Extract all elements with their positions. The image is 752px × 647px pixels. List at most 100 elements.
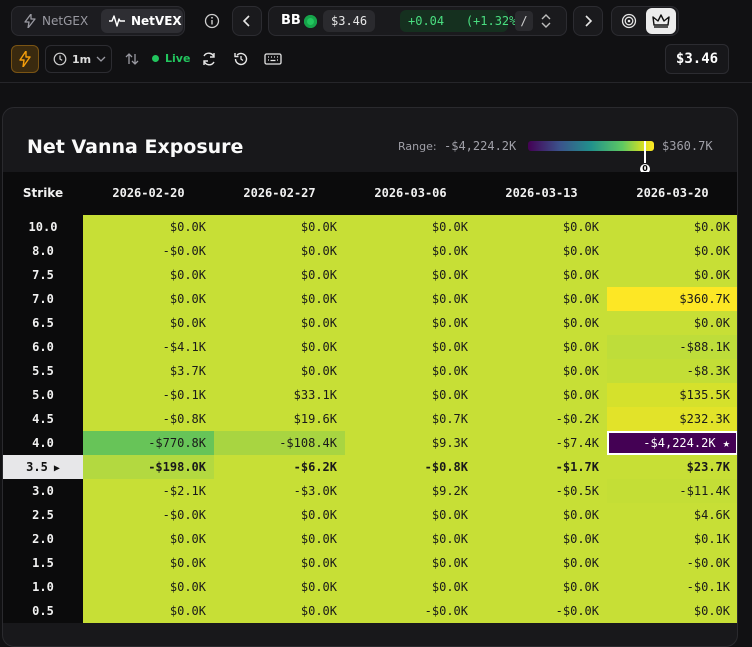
- exposure-cell[interactable]: $33.1K: [214, 383, 345, 407]
- exposure-cell[interactable]: -$0.1K: [607, 575, 737, 599]
- exposure-cell[interactable]: -$0.5K: [476, 479, 607, 503]
- exposure-cell[interactable]: $0.0K: [214, 335, 345, 359]
- keyboard-shortcuts-button[interactable]: [263, 49, 283, 69]
- exposure-cell[interactable]: $9.3K: [345, 431, 476, 455]
- exposure-cell[interactable]: $0.0K: [214, 551, 345, 575]
- exposure-cell[interactable]: -$198.0K: [83, 455, 214, 479]
- exposure-cell[interactable]: $0.0K: [214, 503, 345, 527]
- exposure-cell[interactable]: $0.0K: [476, 239, 607, 263]
- exposure-cell[interactable]: $4.6K: [607, 503, 737, 527]
- exposure-cell[interactable]: -$0.0K: [345, 599, 476, 623]
- exposure-cell[interactable]: $0.0K: [83, 575, 214, 599]
- exposure-cell[interactable]: $360.7K: [607, 287, 737, 311]
- interval-select[interactable]: 1m: [45, 45, 112, 73]
- exposure-cell[interactable]: -$108.4K: [214, 431, 345, 455]
- exposure-cell[interactable]: -$8.3K: [607, 359, 737, 383]
- expiration-header[interactable]: 2026-03-20: [607, 172, 737, 215]
- exposure-cell[interactable]: $0.0K: [345, 527, 476, 551]
- exposure-cell[interactable]: $135.5K: [607, 383, 737, 407]
- exposure-cell[interactable]: $0.0K: [476, 311, 607, 335]
- exposure-cell[interactable]: $0.0K: [607, 311, 737, 335]
- exposure-cell[interactable]: $0.0K: [607, 599, 737, 623]
- exposure-cell[interactable]: -$11.4K: [607, 479, 737, 503]
- exposure-cell[interactable]: -$0.1K: [83, 383, 214, 407]
- exposure-cell[interactable]: $0.7K: [345, 407, 476, 431]
- exposure-cell[interactable]: $0.0K: [83, 215, 214, 239]
- exposure-cell[interactable]: -$0.2K: [476, 407, 607, 431]
- exposure-cell[interactable]: $0.0K: [476, 263, 607, 287]
- auto-refresh-toggle[interactable]: [11, 45, 39, 73]
- prev-ticker-button[interactable]: [232, 6, 262, 36]
- ticker-selector[interactable]: BB $3.46 +0.04 (+1.32%) /: [268, 6, 567, 36]
- exposure-cell[interactable]: $0.0K: [214, 215, 345, 239]
- exposure-cell[interactable]: $0.0K: [476, 383, 607, 407]
- exposure-cell[interactable]: $19.6K: [214, 407, 345, 431]
- exposure-cell[interactable]: $0.0K: [607, 215, 737, 239]
- exposure-cell[interactable]: $0.0K: [83, 311, 214, 335]
- exposure-cell[interactable]: $0.0K: [345, 311, 476, 335]
- exposure-cell[interactable]: $0.0K: [476, 287, 607, 311]
- exposure-cell[interactable]: $23.7K: [607, 455, 737, 479]
- exposure-cell[interactable]: -$3.0K: [214, 479, 345, 503]
- exposure-cell[interactable]: $0.0K: [345, 287, 476, 311]
- exposure-cell[interactable]: $0.0K: [214, 527, 345, 551]
- exposure-cell[interactable]: $0.0K: [476, 551, 607, 575]
- exposure-cell[interactable]: $9.2K: [345, 479, 476, 503]
- exposure-cell[interactable]: -$1.7K: [476, 455, 607, 479]
- expiration-header[interactable]: 2026-03-13: [476, 172, 607, 215]
- premium-button[interactable]: [646, 8, 676, 34]
- next-ticker-button[interactable]: [573, 6, 603, 36]
- exposure-cell[interactable]: $0.0K: [83, 551, 214, 575]
- exposure-cell[interactable]: -$770.8K: [83, 431, 214, 455]
- exposure-cell[interactable]: -$0.8K: [345, 455, 476, 479]
- exposure-cell[interactable]: $0.0K: [476, 527, 607, 551]
- exposure-cell[interactable]: $0.0K: [476, 503, 607, 527]
- exposure-cell[interactable]: $0.0K: [345, 359, 476, 383]
- exposure-cell[interactable]: $0.0K: [214, 359, 345, 383]
- tab-netgex[interactable]: NetGEX: [16, 9, 100, 33]
- exposure-cell[interactable]: -$7.4K: [476, 431, 607, 455]
- exposure-cell[interactable]: -$4,224.2K ★: [607, 431, 737, 455]
- exposure-cell[interactable]: $0.0K: [214, 263, 345, 287]
- exposure-cell[interactable]: $0.0K: [476, 215, 607, 239]
- exposure-cell[interactable]: $0.0K: [345, 239, 476, 263]
- exposure-cell[interactable]: -$0.0K: [607, 551, 737, 575]
- exposure-cell[interactable]: -$6.2K: [214, 455, 345, 479]
- expiration-header[interactable]: 2026-02-20: [83, 172, 214, 215]
- exposure-cell[interactable]: $0.0K: [345, 263, 476, 287]
- refresh-button[interactable]: [199, 49, 219, 69]
- exposure-cell[interactable]: -$2.1K: [83, 479, 214, 503]
- exposure-cell[interactable]: $0.0K: [214, 311, 345, 335]
- exposure-cell[interactable]: -$88.1K: [607, 335, 737, 359]
- exposure-cell[interactable]: $0.0K: [83, 527, 214, 551]
- exposure-cell[interactable]: $0.1K: [607, 527, 737, 551]
- exposure-cell[interactable]: $0.0K: [476, 359, 607, 383]
- info-button[interactable]: [199, 8, 225, 34]
- expiration-header[interactable]: 2026-02-27: [214, 172, 345, 215]
- history-button[interactable]: [231, 49, 251, 69]
- exposure-cell[interactable]: $232.3K: [607, 407, 737, 431]
- exposure-cell[interactable]: -$0.0K: [476, 599, 607, 623]
- target-button[interactable]: [614, 8, 644, 34]
- expiration-header[interactable]: 2026-03-06: [345, 172, 476, 215]
- exposure-cell[interactable]: $0.0K: [83, 287, 214, 311]
- exposure-cell[interactable]: $0.0K: [607, 263, 737, 287]
- exposure-cell[interactable]: $0.0K: [345, 383, 476, 407]
- exposure-cell[interactable]: $0.0K: [214, 239, 345, 263]
- sort-toggle-button[interactable]: [122, 49, 142, 69]
- exposure-cell[interactable]: $0.0K: [345, 575, 476, 599]
- tab-netvex[interactable]: NetVEX: [101, 9, 183, 33]
- exposure-cell[interactable]: -$0.0K: [83, 503, 214, 527]
- exposure-cell[interactable]: -$0.0K: [83, 239, 214, 263]
- exposure-cell[interactable]: $0.0K: [214, 575, 345, 599]
- exposure-cell[interactable]: $0.0K: [214, 287, 345, 311]
- exposure-cell[interactable]: $0.0K: [345, 335, 476, 359]
- exposure-cell[interactable]: $0.0K: [214, 599, 345, 623]
- exposure-cell[interactable]: $0.0K: [476, 575, 607, 599]
- exposure-cell[interactable]: $0.0K: [607, 239, 737, 263]
- exposure-cell[interactable]: -$0.8K: [83, 407, 214, 431]
- exposure-cell[interactable]: $0.0K: [83, 599, 214, 623]
- exposure-cell[interactable]: $0.0K: [476, 335, 607, 359]
- exposure-cell[interactable]: $3.7K: [83, 359, 214, 383]
- exposure-cell[interactable]: $0.0K: [345, 551, 476, 575]
